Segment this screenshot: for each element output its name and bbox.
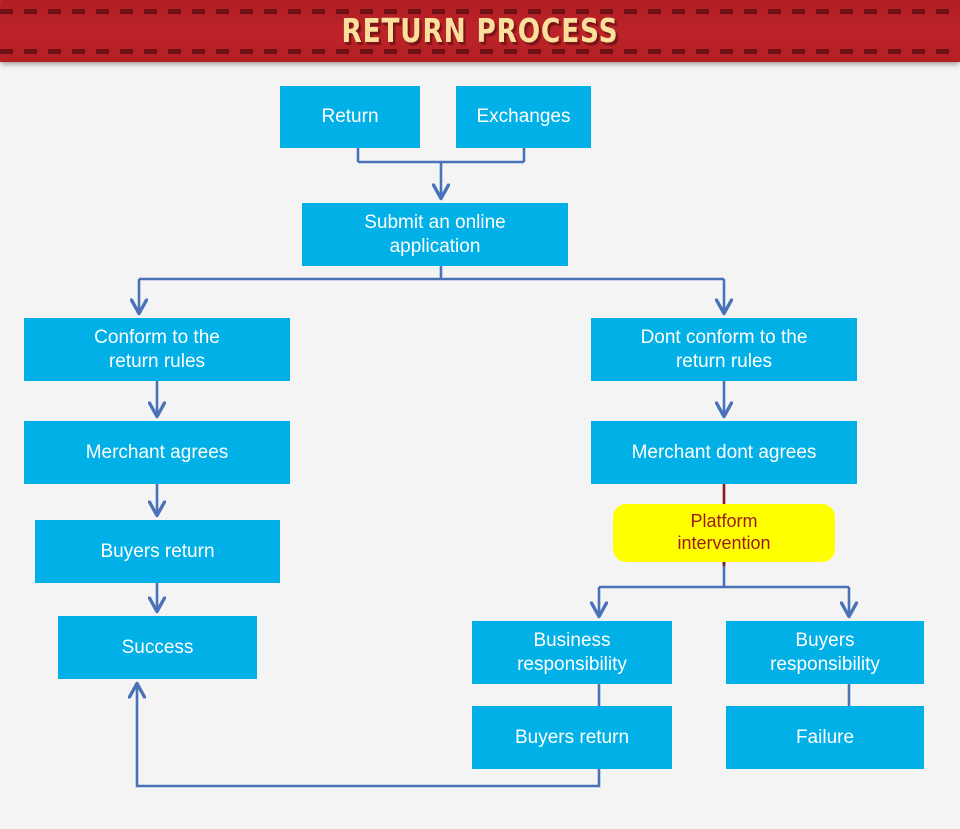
node-label: Buyers return <box>514 726 630 748</box>
flowchart-page: RETURN PROCESS Return Exchanges Submit a… <box>0 0 960 829</box>
node-label: Conform to the return rules <box>94 327 220 372</box>
node-label: Buyers return <box>100 540 215 562</box>
node-label: Success <box>121 636 194 658</box>
node-label: Merchant agrees <box>85 441 229 463</box>
node-label: Merchant dont agrees <box>631 441 817 463</box>
node-return[interactable]: Return <box>280 86 420 148</box>
node-buyers-responsibility[interactable]: Buyers responsibility <box>726 621 924 684</box>
node-conform-to-return-rules[interactable]: Conform to the return rules <box>24 318 290 381</box>
node-label: Platform intervention <box>677 511 771 553</box>
node-buyers-return-right[interactable]: Buyers return <box>472 706 672 769</box>
node-buyers-return-left[interactable]: Buyers return <box>35 520 280 583</box>
node-label: Return <box>321 106 379 128</box>
node-business-responsibility[interactable]: Business responsibility <box>472 621 672 684</box>
node-merchant-dont-agrees[interactable]: Merchant dont agrees <box>591 421 857 484</box>
node-submit-online-application[interactable]: Submit an online application <box>302 203 568 266</box>
node-exchanges[interactable]: Exchanges <box>456 86 591 148</box>
node-label: Business responsibility <box>517 630 627 675</box>
node-platform-intervention[interactable]: Platform intervention <box>613 504 835 562</box>
node-label: Failure <box>795 726 855 748</box>
node-failure[interactable]: Failure <box>726 706 924 769</box>
node-dont-conform-to-return-rules[interactable]: Dont conform to the return rules <box>591 318 857 381</box>
node-label: Submit an online application <box>364 212 506 257</box>
node-label: Dont conform to the return rules <box>640 327 808 372</box>
node-success[interactable]: Success <box>58 616 257 679</box>
node-label: Buyers responsibility <box>770 630 880 675</box>
node-merchant-agrees[interactable]: Merchant agrees <box>24 421 290 484</box>
node-label: Exchanges <box>476 106 571 128</box>
